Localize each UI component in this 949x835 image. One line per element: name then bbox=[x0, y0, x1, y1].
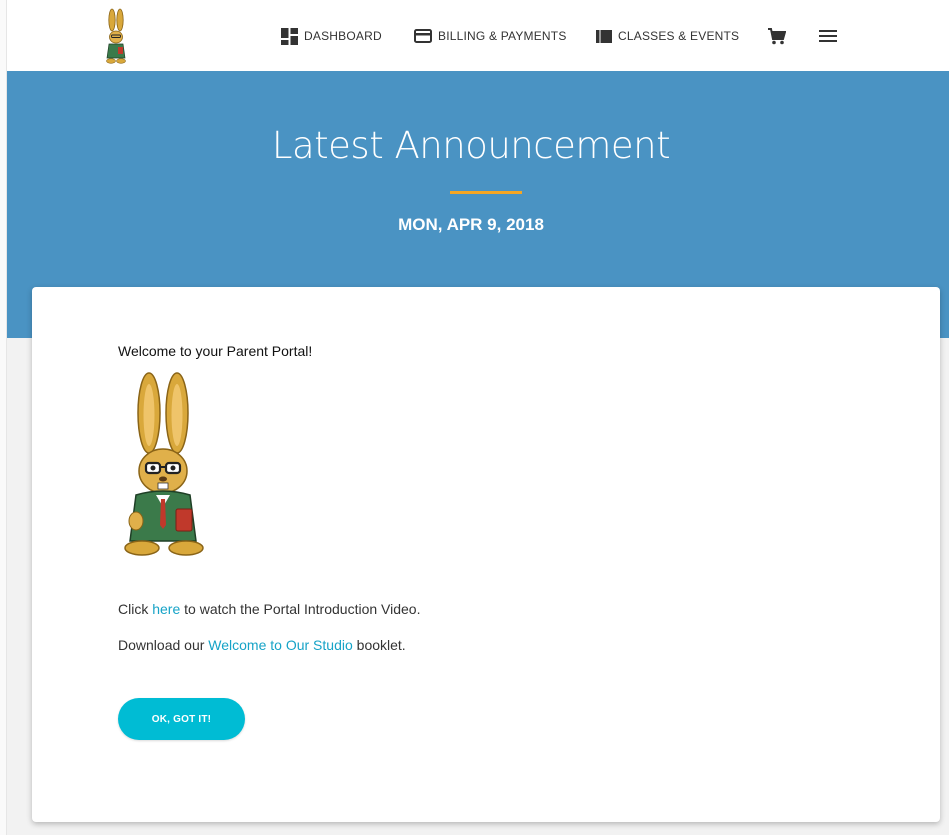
nav-classes-events[interactable]: CLASSES & EVENTS bbox=[596, 26, 739, 46]
page-title: Latest Announcement bbox=[271, 124, 671, 167]
video-line: Click here to watch the Portal Introduct… bbox=[118, 601, 421, 617]
credit-card-icon bbox=[414, 29, 432, 43]
video-link[interactable]: here bbox=[152, 601, 180, 617]
dashboard-icon bbox=[281, 27, 298, 45]
booklet-line-prefix: Download our bbox=[118, 637, 209, 653]
menu-button[interactable] bbox=[819, 26, 837, 46]
announcement-date: MON, APR 9, 2018 bbox=[398, 215, 544, 234]
video-line-prefix: Click bbox=[118, 601, 153, 617]
title-accent-rule bbox=[450, 191, 522, 194]
cart-icon bbox=[768, 27, 786, 45]
left-edge-rule bbox=[0, 0, 7, 835]
top-nav-bar: DASHBOARD BILLING & PAYMENTS CLASSES & E… bbox=[7, 0, 949, 71]
jackrabbit-logo[interactable] bbox=[103, 8, 129, 64]
nav-dashboard-label: DASHBOARD bbox=[304, 29, 382, 43]
video-line-suffix: to watch the Portal Introduction Video. bbox=[180, 601, 421, 617]
booklet-line: Download our Welcome to Our Studio bookl… bbox=[118, 637, 406, 653]
welcome-text: Welcome to your Parent Portal! bbox=[118, 343, 313, 359]
book-icon bbox=[596, 29, 612, 43]
nav-billing-payments[interactable]: BILLING & PAYMENTS bbox=[414, 26, 567, 46]
jackrabbit-mascot-image bbox=[124, 372, 204, 556]
nav-billing-label: BILLING & PAYMENTS bbox=[438, 29, 567, 43]
hamburger-menu-icon bbox=[819, 29, 837, 43]
cart-button[interactable] bbox=[768, 26, 786, 46]
welcome-booklet-link[interactable]: Welcome to Our Studio bbox=[208, 637, 352, 653]
nav-dashboard[interactable]: DASHBOARD bbox=[281, 26, 382, 46]
booklet-line-suffix: booklet. bbox=[352, 637, 406, 653]
announcement-card: Welcome to your Parent Portal! Click her… bbox=[32, 287, 940, 822]
ok-got-it-button[interactable]: OK, GOT IT! bbox=[118, 698, 245, 740]
nav-classes-label: CLASSES & EVENTS bbox=[618, 29, 740, 43]
